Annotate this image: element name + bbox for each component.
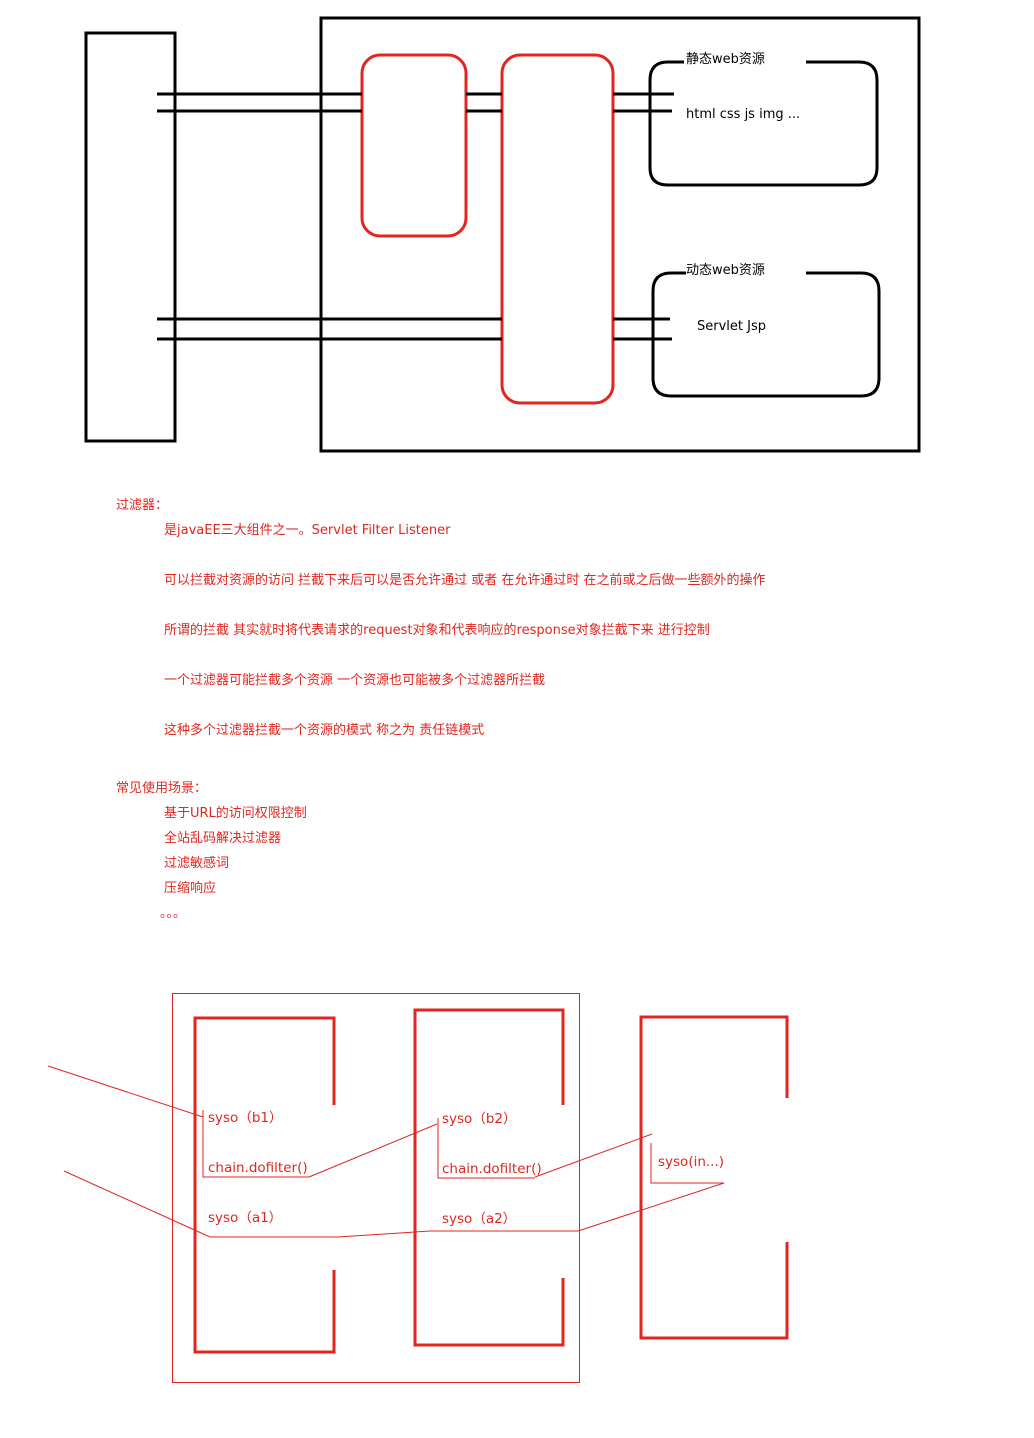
flow-lines <box>47 1065 725 1238</box>
scenario-line-4: 压缩响应 <box>164 881 217 896</box>
diagram-canvas <box>47 16 921 1383</box>
filter1-before: syso（b1） <box>208 1110 283 1126</box>
filter-chain-outline <box>172 993 580 1383</box>
static-resource-items: html css js img ... <box>686 107 801 122</box>
dynamic-resource-items: Servlet Jsp <box>697 319 766 334</box>
scenario-heading: 常见使用场景： <box>116 781 208 796</box>
dynamic-resource-box <box>651 271 881 398</box>
filter-line-3: 所谓的拦截 其实就时将代表请求的request对象和代表响应的response对… <box>164 623 710 638</box>
filter-line-2: 可以拦截对资源的访问 拦截下来后可以是否允许通过 或者 在允许通过时 在之前或之… <box>164 573 766 588</box>
filter1-bracket <box>193 1016 336 1354</box>
scenario-line-3: 过滤敏感词 <box>164 856 230 871</box>
filter-line-1: 是javaEE三大组件之一。Servlet Filter Listener <box>164 523 451 538</box>
filter1-after: syso（a1） <box>208 1210 283 1226</box>
filter2-chain: chain.dofilter() <box>442 1161 542 1177</box>
static-resource-box <box>648 60 879 187</box>
scenario-line-2: 全站乱码解决过滤器 <box>164 831 282 846</box>
filter-line-4: 一个过滤器可能拦截多个资源 一个资源也可能被多个过滤器所拦截 <box>164 673 546 688</box>
filter-box-small <box>360 53 468 238</box>
resource-output: syso(in...) <box>658 1154 725 1170</box>
static-resource-label: 静态web资源 <box>686 52 765 67</box>
scenario-line-5: 。。。 <box>160 906 187 921</box>
request-lines <box>157 92 674 341</box>
filter2-after: syso（a2） <box>442 1211 517 1227</box>
filter-heading: 过滤器： <box>116 498 169 513</box>
dynamic-resource-label: 动态web资源 <box>686 263 765 278</box>
top-architecture-diagram <box>84 16 921 453</box>
filter2-before: syso（b2） <box>442 1111 517 1127</box>
resource-bracket <box>639 1015 789 1340</box>
filter-box-tall <box>500 53 615 405</box>
filter-chain-diagram <box>47 993 789 1383</box>
filter1-chain: chain.dofilter() <box>208 1160 308 1176</box>
filter-line-5: 这种多个过滤器拦截一个资源的模式 称之为 责任链模式 <box>164 723 485 738</box>
scenario-line-1: 基于URL的访问权限控制 <box>164 806 307 821</box>
